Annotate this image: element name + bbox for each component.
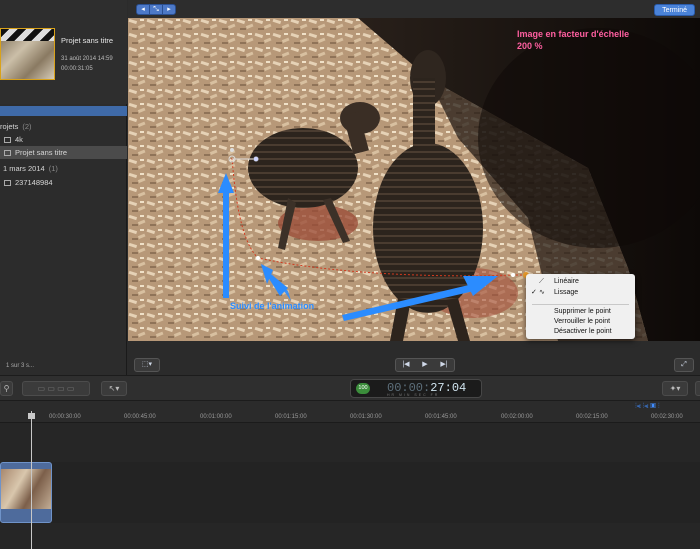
menu-item-label: Linéaire <box>554 278 579 285</box>
done-button[interactable]: Terminé <box>654 4 695 16</box>
timeline-ruler[interactable]: 00:00:30:00 00:00:45:00 00:01:00:00 00:0… <box>0 401 700 423</box>
edit-mode-group[interactable]: ▭ ▭ ▭ ▭ <box>22 381 90 396</box>
menu-separator <box>532 304 629 305</box>
timeline[interactable]: 00:00:30:00 00:00:45:00 00:01:00:00 00:0… <box>0 401 700 549</box>
fullscreen-icon: ⤢ <box>681 361 687 368</box>
library-row-project[interactable]: Projet sans titre <box>0 146 127 159</box>
project-date: 31 août 2014 14:59 <box>61 56 113 62</box>
magic-wand-icon: ✦▾ <box>669 384 681 393</box>
ruler-tick: 00:00:45:00 <box>124 414 156 420</box>
library-row-4k[interactable]: 4k <box>0 133 127 146</box>
transform-icon[interactable]: ⤡ <box>150 5 163 14</box>
scale-note: Image en facteur d'échelle 200 % <box>517 28 629 52</box>
play-icon[interactable]: ▶ <box>422 359 427 371</box>
viewer-header: ◂ ⤡ ▸ Terminé <box>128 0 700 18</box>
ruler-tick: 00:01:30:00 <box>350 414 382 420</box>
smooth-curve-icon: ∿ <box>539 289 545 296</box>
project-icon <box>4 150 11 157</box>
menu-item-label: Verrouiller le point <box>554 318 611 325</box>
menu-item-smooth[interactable]: ✓ ∿ Lissage <box>526 288 635 298</box>
clip-icon <box>4 180 11 187</box>
library-pager: 1 sur 3 s... <box>6 363 35 369</box>
connect-clip-icon: ▭ ▭ ▭ ▭ <box>37 384 75 393</box>
skip-forward-icon[interactable]: ▶| <box>440 359 447 371</box>
ruler-tick: 00:01:15:00 <box>275 414 307 420</box>
edit-toolbar: ⚲ ▭ ▭ ▭ ▭ ↖▾ 100 00:00:27:04 HR MIN SEC … <box>0 375 700 401</box>
ruler-tick: 00:01:00:00 <box>200 414 232 420</box>
playhead[interactable] <box>31 411 32 549</box>
library-panel: Projet sans titre 31 août 2014 14:59 00:… <box>0 0 127 375</box>
menu-item-lock-point[interactable]: Verrouiller le point <box>526 317 635 327</box>
row-label: Projet sans titre <box>15 148 68 157</box>
menu-item-linear[interactable]: ⟋ Linéaire <box>526 277 635 287</box>
crop-icon: ⬚▾ <box>141 361 153 368</box>
fullscreen-button[interactable]: ⤢ <box>674 358 694 372</box>
menu-item-label: Supprimer le point <box>554 308 611 315</box>
library-row-event-date[interactable]: 1 mars 2014 (1) <box>0 162 127 175</box>
transform-overlay-button[interactable]: ⬚▾ <box>134 358 160 372</box>
scale-note-line1: Image en facteur d'échelle <box>517 29 630 39</box>
effects-button[interactable]: ✦▾ <box>662 381 688 396</box>
skip-back-icon[interactable]: |◀ <box>402 359 409 371</box>
clapboard-icon <box>1 29 54 41</box>
folder-icon <box>4 137 11 144</box>
playback-controls: |◀ ▶ ▶| <box>395 358 455 372</box>
library-row-clip[interactable]: 237148984 <box>0 176 127 189</box>
scale-note-line2: 200 % <box>517 41 543 51</box>
arrow-cursor-icon: ↖▾ <box>108 384 120 393</box>
primary-storyline[interactable] <box>0 462 700 523</box>
linear-curve-icon: ⟋ <box>539 278 544 285</box>
viewer-controls: ⬚▾ |◀ ▶ ▶| ⤢ <box>128 355 700 375</box>
row-count: (2) <box>22 122 32 131</box>
timecode-badge: 100 <box>356 383 370 394</box>
audio-waveform-icon[interactable]: ⫶⫷ ⫶⫷ ▣ ⫶ <box>635 403 660 411</box>
magnifier-button[interactable]: ⚲ <box>0 381 13 396</box>
menu-item-label: Désactiver le point <box>554 328 612 335</box>
forward-arrow-icon[interactable]: ▸ <box>163 5 175 14</box>
timecode-units: HR MIN SEC FR <box>387 393 440 397</box>
library-row-projets[interactable]: rojets (2) <box>0 120 127 133</box>
ruler-tick: 00:02:30:00 <box>651 414 683 420</box>
row-label: rojets <box>0 122 19 131</box>
ruler-tick: 00:00:30:00 <box>49 414 81 420</box>
timecode-display[interactable]: 100 00:00:27:04 HR MIN SEC FR <box>350 379 482 398</box>
clip-filmstrip <box>1 469 51 509</box>
tool-select-button[interactable]: ↖▾ <box>101 381 127 396</box>
keyframe-context-menu: ⟋ Linéaire ✓ ∿ Lissage Supprimer le poin… <box>526 274 635 339</box>
animation-tracking-label: Suivi de l'animation <box>230 301 315 311</box>
project-title: Projet sans titre <box>61 36 114 45</box>
search-icon: ⚲ <box>3 384 10 393</box>
project-thumbnail[interactable] <box>0 28 55 80</box>
viewer-nav-group: ◂ ⤡ ▸ <box>136 4 176 15</box>
row-label: 1 mars 2014 <box>3 164 45 173</box>
row-label: 237148984 <box>15 178 53 187</box>
menu-item-label: Lissage <box>554 289 579 296</box>
row-count: (1) <box>48 164 58 173</box>
ruler-tick: 00:01:45:00 <box>425 414 457 420</box>
back-arrow-icon[interactable]: ◂ <box>137 5 150 14</box>
app-window: Projet sans titre 31 août 2014 14:59 00:… <box>0 0 700 549</box>
row-label: 4k <box>15 135 23 144</box>
ruler-tick: 00:02:00:00 <box>501 414 533 420</box>
ruler-tick: 00:02:15:00 <box>576 414 608 420</box>
more-button[interactable] <box>695 381 700 396</box>
project-duration: 00:00:31:05 <box>61 66 93 72</box>
checkmark-icon: ✓ <box>531 289 537 296</box>
library-selection-bar[interactable] <box>0 106 127 116</box>
project-header: Projet sans titre 31 août 2014 14:59 00:… <box>0 0 127 104</box>
menu-item-disable-point[interactable]: Désactiver le point <box>526 327 635 337</box>
video-clip[interactable] <box>0 462 52 523</box>
menu-item-delete-point[interactable]: Supprimer le point <box>526 307 635 317</box>
